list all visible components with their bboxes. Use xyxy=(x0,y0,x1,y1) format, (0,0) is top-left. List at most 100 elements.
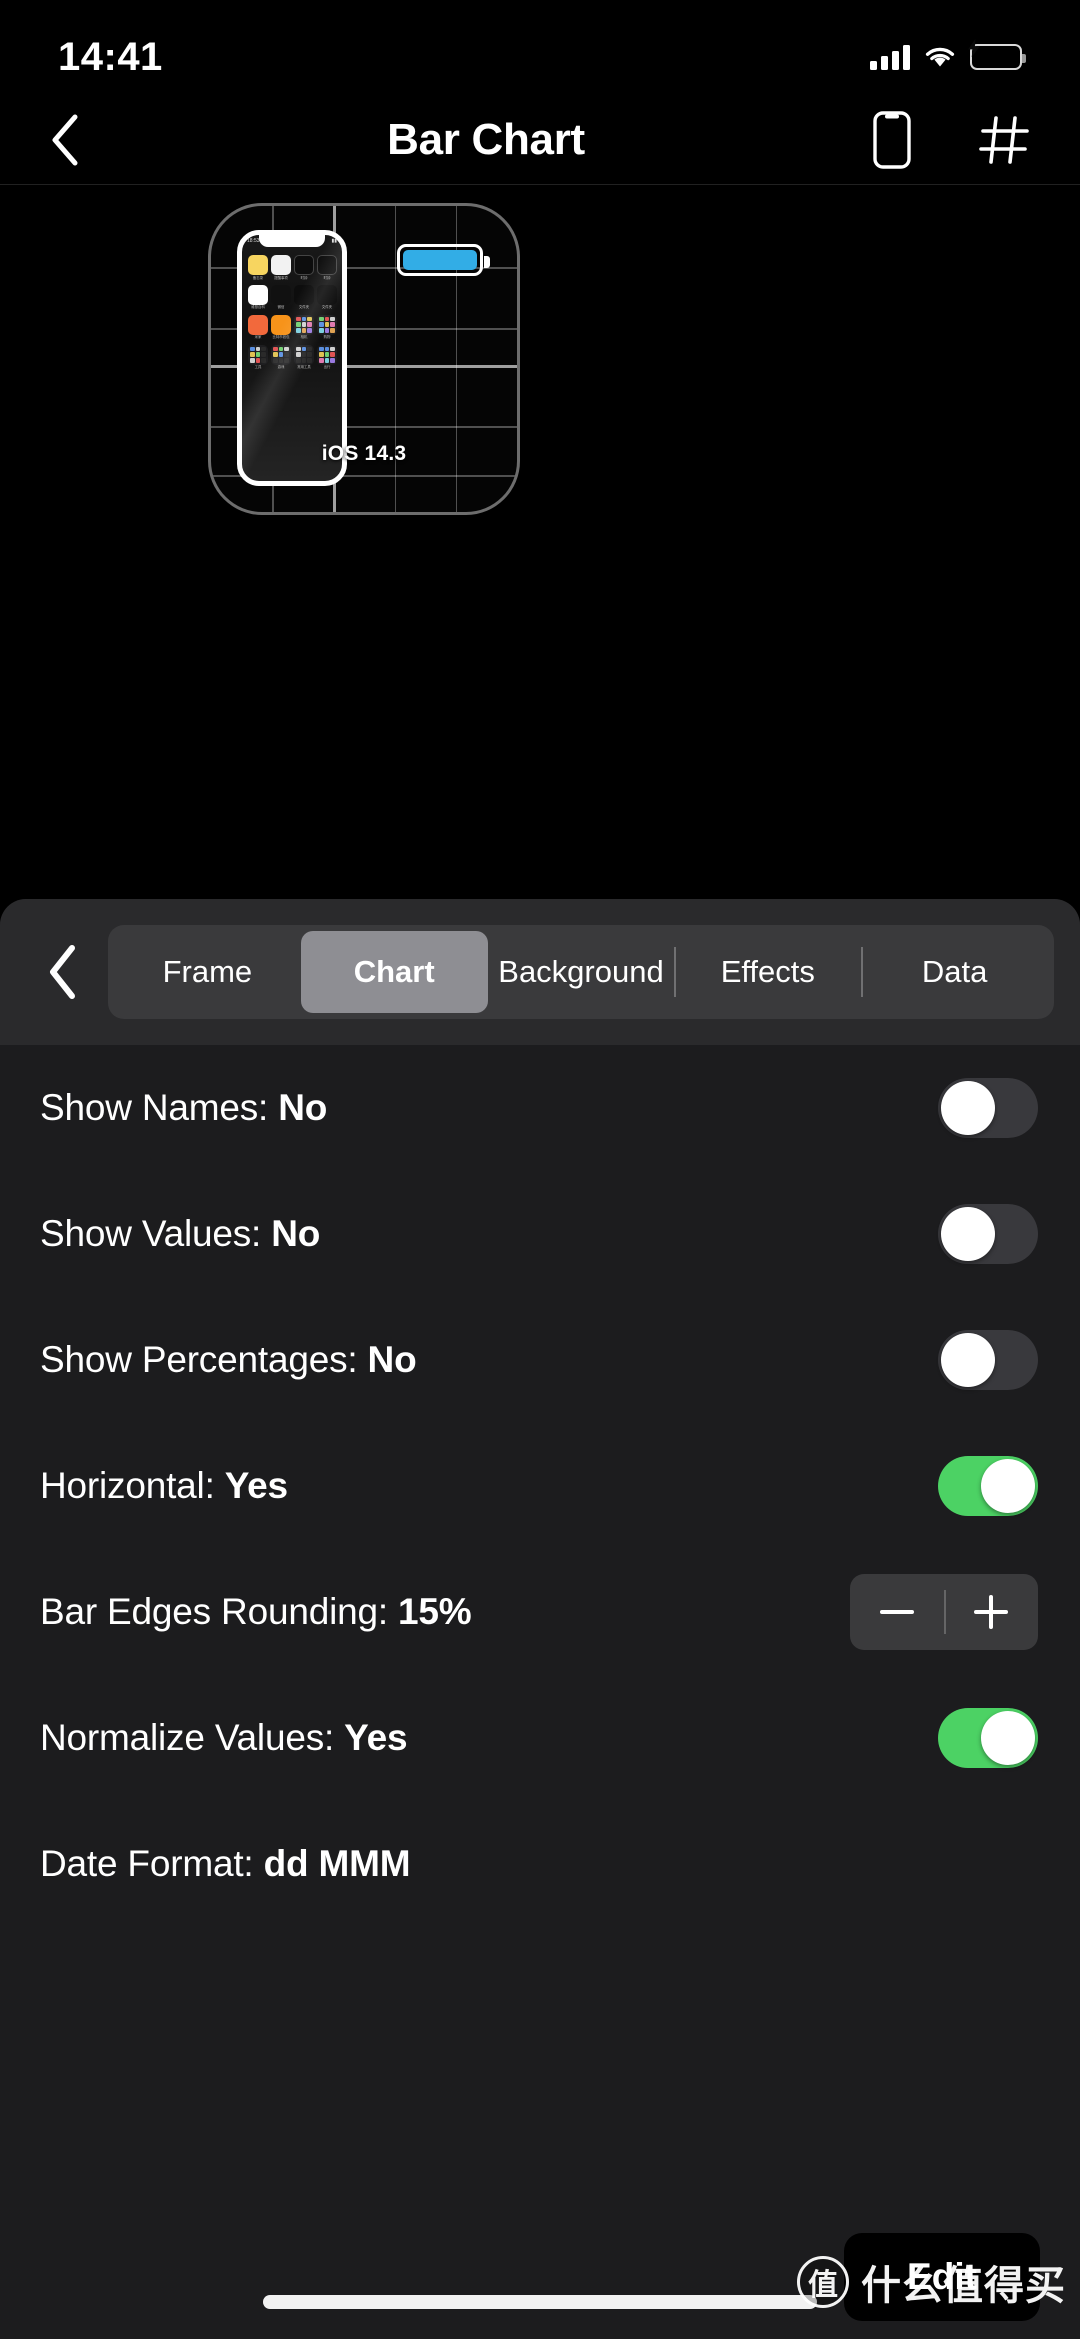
app-icon: 微信 xyxy=(271,284,291,310)
row-control xyxy=(938,1708,1038,1768)
app-label: 备忘录 xyxy=(252,275,264,280)
tab-chart[interactable]: Chart xyxy=(300,931,488,1013)
settings-rows: Show Names: No Show Values: No Show Perc… xyxy=(0,1045,1080,1927)
app-label: 比特币钱包 xyxy=(272,335,290,340)
app-label: 工具 xyxy=(254,365,262,370)
phone-notch xyxy=(259,235,325,247)
tab-data[interactable]: Data xyxy=(861,931,1048,1013)
toggle-show-percentages[interactable] xyxy=(938,1330,1038,1390)
toggle-show-values[interactable] xyxy=(938,1204,1038,1264)
row-horizontal[interactable]: Horizontal: Yes xyxy=(0,1423,1080,1549)
segmented-control-bar: Frame Chart Background Effects Data xyxy=(0,899,1080,1045)
row-label: Date Format: dd MMM xyxy=(40,1843,411,1885)
device-preview-button[interactable] xyxy=(864,110,920,170)
app-label: 微信 xyxy=(277,305,285,310)
app-icon: 游戏 xyxy=(271,344,291,370)
app-icon: 备忘录 xyxy=(248,255,268,280)
toggle-knob xyxy=(981,1711,1035,1765)
grid-icon xyxy=(979,116,1029,164)
app-icon: 文件夹 xyxy=(294,284,314,310)
row-value: No xyxy=(271,1213,321,1254)
status-time: 14:41 xyxy=(58,34,163,79)
row-control xyxy=(938,1330,1038,1390)
app-screen: 14:41 Bar Chart 18:53 ▮▮ 备忘录 提醒事项 时钟 时钟 … xyxy=(0,0,1080,2339)
toggle-knob xyxy=(941,1333,995,1387)
toggle-horizontal[interactable] xyxy=(938,1456,1038,1516)
wifi-icon xyxy=(923,44,957,70)
row-bar-edges-rounding[interactable]: Bar Edges Rounding: 15% xyxy=(0,1549,1080,1675)
panel-back-button[interactable] xyxy=(26,936,98,1008)
row-value: 15% xyxy=(398,1591,472,1632)
row-value: No xyxy=(278,1087,328,1128)
row-value: No xyxy=(367,1339,417,1380)
status-bar: 14:41 xyxy=(0,0,1080,100)
toggle-knob xyxy=(981,1459,1035,1513)
grid-toggle-button[interactable] xyxy=(976,110,1032,170)
app-label: 常用工具 xyxy=(297,365,311,370)
app-icon: 出行 xyxy=(317,344,337,370)
row-label: Show Values: No xyxy=(40,1213,320,1255)
row-value: dd MMM xyxy=(263,1843,411,1884)
phone-status-icons: ▮▮ xyxy=(331,238,337,244)
toggle-show-names[interactable] xyxy=(938,1078,1038,1138)
toggle-normalize-values[interactable] xyxy=(938,1708,1038,1768)
app-icon: 时钟 xyxy=(317,255,337,280)
stepper-increment-button[interactable] xyxy=(944,1574,1038,1650)
row-label-text: Bar Edges Rounding: xyxy=(40,1591,399,1632)
row-value: Yes xyxy=(224,1465,288,1506)
row-control xyxy=(938,1456,1038,1516)
back-button[interactable] xyxy=(48,110,108,170)
app-icon: 米家 xyxy=(248,314,268,340)
row-control xyxy=(850,1574,1038,1650)
stepper-bar-edges-rounding[interactable] xyxy=(850,1574,1038,1650)
battery-bar-fill xyxy=(403,250,477,270)
watermark: 值 什么值得买 xyxy=(797,2253,1066,2311)
plus-icon xyxy=(974,1595,1008,1629)
watermark-logo-icon: 值 xyxy=(797,2256,849,2308)
toggle-knob xyxy=(941,1207,995,1261)
row-label-text: Show Values: xyxy=(40,1213,272,1254)
row-control xyxy=(938,1078,1038,1138)
row-label: Show Percentages: No xyxy=(40,1339,417,1381)
tab-frame[interactable]: Frame xyxy=(114,931,301,1013)
row-label: Normalize Values: Yes xyxy=(40,1717,408,1759)
preview-canvas[interactable]: 18:53 ▮▮ 备忘录 提醒事项 时钟 时钟 维基百科 微信 文件夹 文件夹 … xyxy=(0,185,1080,900)
row-date-format[interactable]: Date Format: dd MMM xyxy=(0,1801,1080,1927)
phone-status-time: 18:53 xyxy=(247,238,260,244)
app-label: 游戏 xyxy=(277,365,285,370)
tab-effects[interactable]: Effects xyxy=(674,931,861,1013)
app-label: 维基百科 xyxy=(251,305,265,310)
row-label-text: Date Format: xyxy=(40,1843,264,1884)
row-label: Show Names: No xyxy=(40,1087,327,1129)
toggle-knob xyxy=(941,1081,995,1135)
watermark-text: 什么值得买 xyxy=(861,2264,1066,2308)
status-indicators xyxy=(870,38,1026,70)
battery-charging-icon xyxy=(968,38,1026,70)
app-icon: 时钟 xyxy=(294,255,314,280)
app-icon: 比特币钱包 xyxy=(271,314,291,340)
stepper-decrement-button[interactable] xyxy=(850,1574,944,1650)
row-show-names[interactable]: Show Names: No xyxy=(0,1045,1080,1171)
segmented-control[interactable]: Frame Chart Background Effects Data xyxy=(108,925,1054,1019)
row-label: Bar Edges Rounding: 15% xyxy=(40,1591,472,1633)
page-title: Bar Chart xyxy=(387,115,585,164)
chart-bar-battery xyxy=(397,244,490,276)
app-icon: 工具 xyxy=(248,344,268,370)
app-icon: 文件夹 xyxy=(317,284,337,310)
row-control xyxy=(938,1204,1038,1264)
app-label: 时钟 xyxy=(323,275,331,280)
row-normalize-values[interactable]: Normalize Values: Yes xyxy=(0,1675,1080,1801)
row-label: Horizontal: Yes xyxy=(40,1465,288,1507)
home-indicator xyxy=(263,2295,817,2309)
row-show-percentages[interactable]: Show Percentages: No xyxy=(0,1297,1080,1423)
row-show-values[interactable]: Show Values: No xyxy=(0,1171,1080,1297)
app-label: 文件夹 xyxy=(321,305,333,310)
tab-background[interactable]: Background xyxy=(488,931,675,1013)
chevron-left-icon xyxy=(50,945,75,999)
app-icon: 提醒事项 xyxy=(271,255,291,280)
widget-preview[interactable]: 18:53 ▮▮ 备忘录 提醒事项 时钟 时钟 维基百科 微信 文件夹 文件夹 … xyxy=(208,203,520,515)
widget-label: iOS 14.3 xyxy=(321,442,407,465)
app-label: 购物 xyxy=(323,335,331,340)
settings-panel: Frame Chart Background Effects Data Show… xyxy=(0,899,1080,2339)
row-label-text: Show Percentages: xyxy=(40,1339,368,1380)
